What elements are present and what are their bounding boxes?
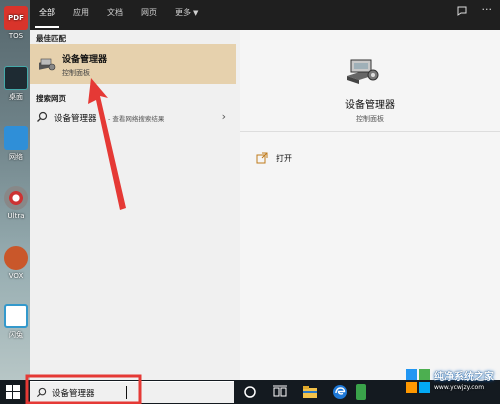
desktop-icons-column: PDF TOS 桌面 网络 Ultra VOX 闪兔 [0,0,30,380]
tab-web[interactable]: 网页 [132,0,166,30]
chevron-down-icon: ▼ [193,9,199,17]
app-icon [4,66,28,90]
file-explorer-icon[interactable] [302,384,318,400]
open-icon [256,152,268,164]
tab-apps[interactable]: 应用 [64,0,98,30]
search-input[interactable]: 设备管理器 [52,387,95,399]
device-manager-icon [39,58,56,71]
desktop-icon-vox[interactable]: VOX [2,246,30,280]
tab-all[interactable]: 全部 [30,0,64,30]
windows-start-icon[interactable] [6,385,20,399]
vox-icon [4,246,28,270]
desktop-icon-label: VOX [8,272,24,280]
app-icon[interactable] [356,384,366,400]
desktop-icon-app[interactable]: 桌面 [2,66,30,102]
feedback-icon[interactable] [456,5,468,20]
best-match-item[interactable]: 设备管理器 控制面板 [30,44,236,84]
results-pane: 最佳匹配 设备管理器 控制面板 搜索网页 设备管理器 - 查看网络搜索结果 › [30,30,236,380]
preview-subtitle: 控制面板 [356,115,384,123]
filter-bar-icons: ··· [456,4,493,20]
preview-header: 设备管理器 控制面板 [240,30,500,132]
web-search-label: 搜索网页 [36,94,66,103]
web-search-query: 设备管理器 [54,114,97,124]
tab-documents[interactable]: 文档 [98,0,132,30]
start-menu: 全部 应用 文档 网页 更多 ▼ ··· 最佳匹配 设备管理器 控制面板 搜索网页 [30,0,500,380]
search-icon [37,111,48,122]
desktop-icon-label: 闪兔 [9,331,23,339]
shantu-icon [4,304,28,328]
search-icon [36,387,47,398]
preview-pane: 设备管理器 控制面板 打开 [240,30,500,380]
cortana-icon[interactable] [242,384,258,400]
best-match-label: 最佳匹配 [36,34,66,43]
search-filter-bar: 全部 应用 文档 网页 更多 ▼ ··· [30,0,500,30]
task-view-icon[interactable] [272,384,288,400]
chevron-right-icon[interactable]: › [222,110,226,123]
desktop-icon-label: Ultra [7,212,25,220]
taskbar-search-box[interactable]: 设备管理器 [30,381,234,403]
desktop-icon-label: 桌面 [9,93,23,101]
desktop-icon-network[interactable]: 网络 [2,126,30,162]
text-caret [126,386,127,399]
tab-more-label: 更多 [175,8,191,17]
network-icon [4,126,28,150]
desktop-icon-label: TOS [8,32,24,40]
device-manager-icon [347,59,379,84]
watermark-name: 纯净系统之家 [434,371,494,383]
preview-title: 设备管理器 [345,100,395,111]
watermark: 纯净系统之家 www.ycwjzy.com [405,368,494,394]
best-match-title: 设备管理器 [62,55,108,65]
tab-more[interactable]: 更多 ▼ [166,0,207,30]
open-action[interactable]: 打开 [256,152,292,164]
watermark-url: www.ycwjzy.com [434,383,485,391]
more-options-icon[interactable]: ··· [482,4,493,20]
desktop-icon-label: 网络 [9,153,23,161]
watermark-logo-icon [406,369,430,393]
desktop-icon-ultra[interactable]: Ultra [2,186,30,220]
desktop-icon-pdf[interactable]: PDF TOS [2,6,30,40]
edge-icon[interactable] [332,384,348,400]
web-search-hint: - 查看网络搜索结果 [108,115,165,123]
pdf-icon: PDF [4,6,28,30]
open-label: 打开 [276,153,292,163]
web-search-item[interactable]: 设备管理器 - 查看网络搜索结果 › [30,106,236,130]
desktop-icon-shantu[interactable]: 闪兔 [2,304,30,340]
disc-icon [4,186,28,210]
watermark-text-block: 纯净系统之家 www.ycwjzy.com [434,372,494,391]
best-match-subtitle: 控制面板 [62,69,90,77]
